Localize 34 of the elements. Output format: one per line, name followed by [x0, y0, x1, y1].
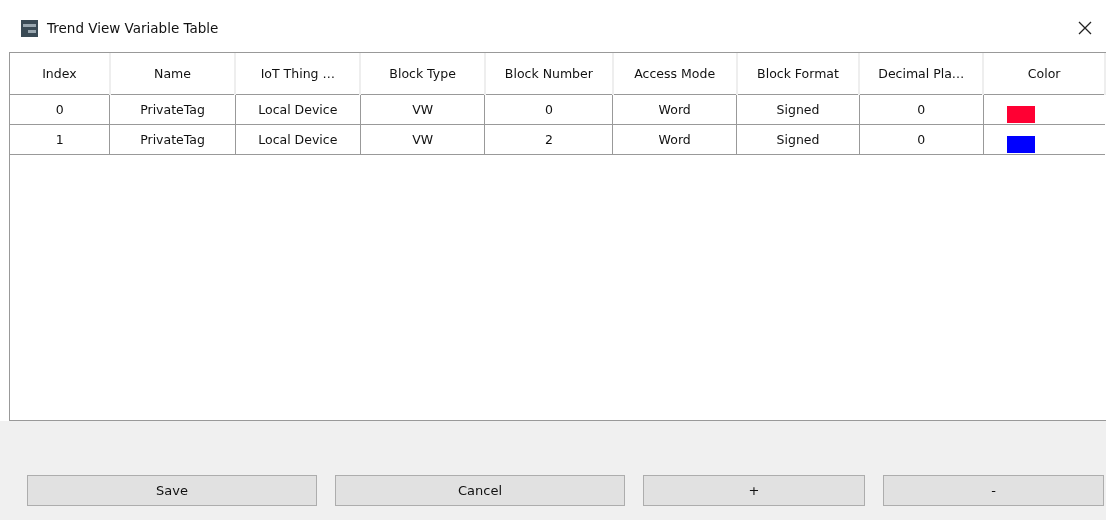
close-icon[interactable]	[1078, 21, 1092, 35]
add-button[interactable]: +	[643, 475, 865, 506]
remove-button[interactable]: -	[883, 475, 1104, 506]
table-cell: 0	[859, 124, 984, 155]
column-header[interactable]: Access Mode	[612, 53, 737, 95]
table-cell: 1	[10, 124, 110, 155]
save-button[interactable]: Save	[27, 475, 317, 506]
table-cell: VW	[360, 124, 485, 155]
color-swatch[interactable]	[1006, 135, 1035, 153]
column-header[interactable]: IoT Thing …	[235, 53, 361, 95]
table-cell: 0	[10, 94, 110, 125]
table-cell: PrivateTag	[109, 124, 236, 155]
table-cell: Word	[612, 124, 737, 155]
table-cell: PrivateTag	[109, 94, 236, 125]
column-header[interactable]: Name	[109, 53, 236, 95]
column-header[interactable]: Color	[983, 53, 1105, 95]
table-cell: 0	[484, 94, 613, 125]
column-header[interactable]: Block Number	[484, 53, 613, 95]
column-header[interactable]: Index	[10, 53, 110, 95]
column-header[interactable]: Block Type	[360, 53, 485, 95]
table-cell: Local Device	[235, 94, 361, 125]
color-swatch[interactable]	[1006, 105, 1035, 123]
column-header[interactable]: Block Format	[736, 53, 860, 95]
table-cell: Word	[612, 94, 737, 125]
column-header[interactable]: Decimal Pla…	[859, 53, 984, 95]
table-cell: Signed	[736, 94, 860, 125]
table-cell: 2	[484, 124, 613, 155]
table-cell: Signed	[736, 124, 860, 155]
window-title: Trend View Variable Table	[47, 20, 220, 36]
table-cell: 0	[859, 94, 984, 125]
app-icon	[21, 19, 38, 37]
cancel-button[interactable]: Cancel	[335, 475, 625, 506]
table-cell: Local Device	[235, 124, 361, 155]
table-cell: VW	[360, 94, 485, 125]
